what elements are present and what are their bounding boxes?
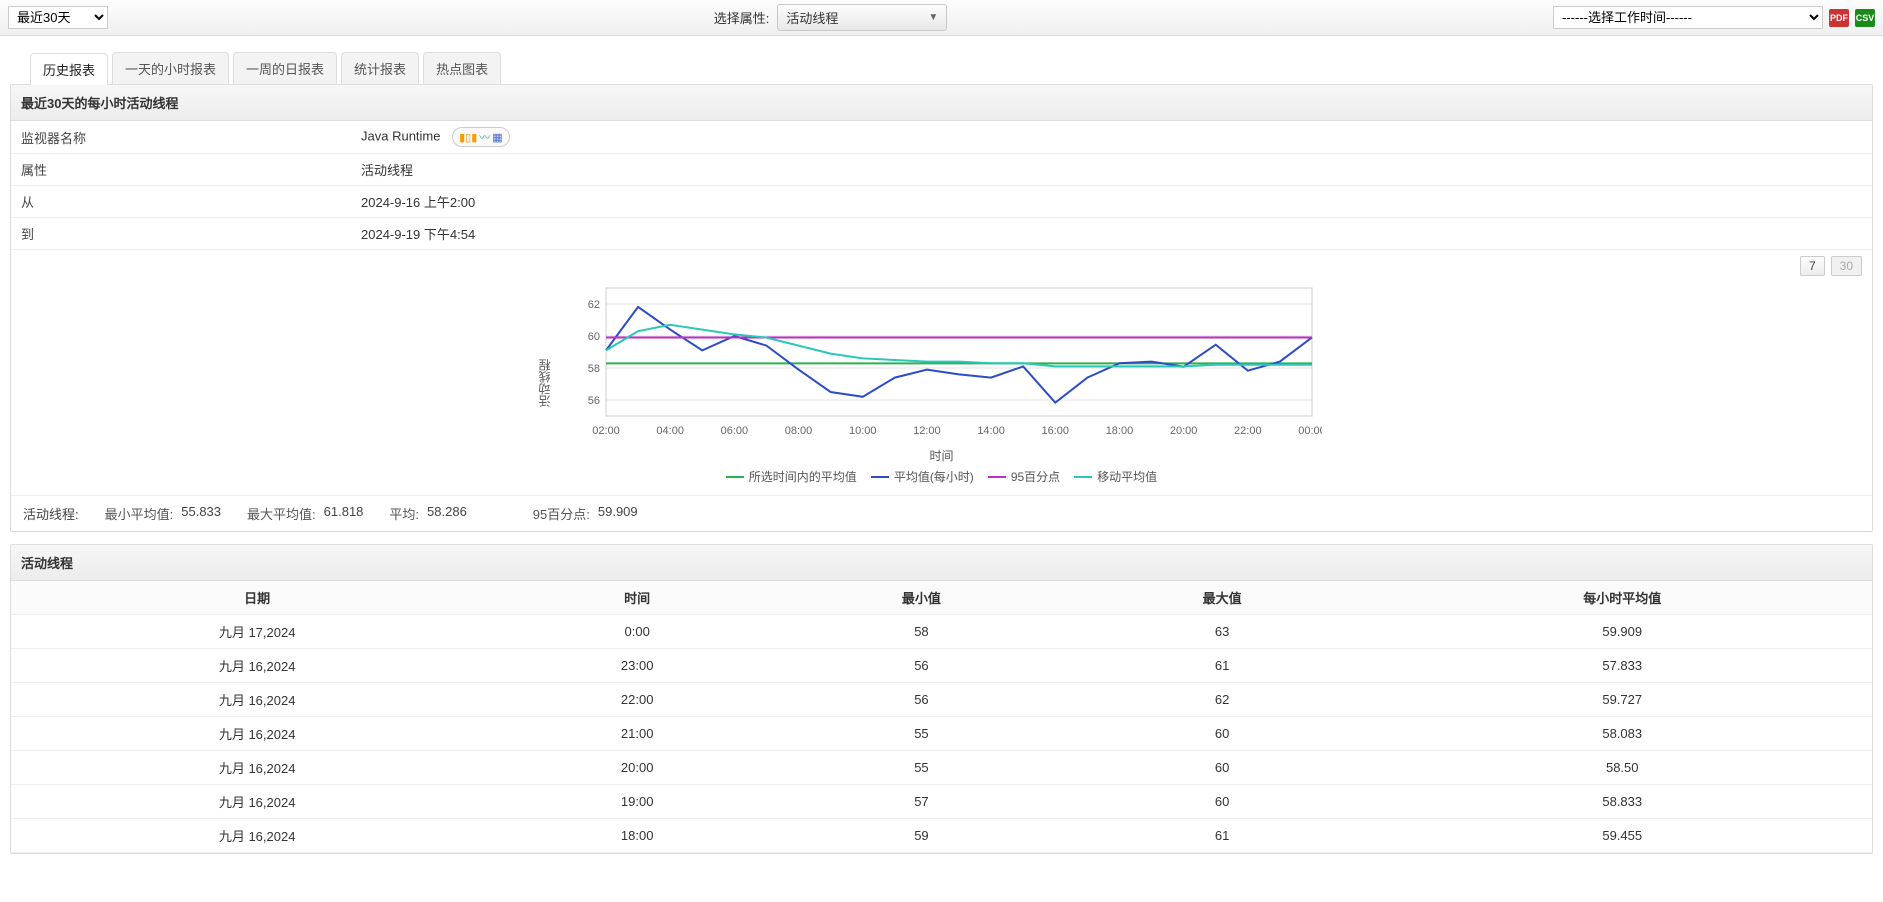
table-row: 九月 16,202419:00576058.833 [11,785,1872,819]
from-label: 从 [11,186,351,218]
monitor-name-text: Java Runtime [361,129,440,144]
stats-avg: 平均:58.286 [389,504,466,523]
stats-p95: 95百分点:59.909 [533,504,638,523]
table-row: 九月 16,202423:00566157.833 [11,649,1872,683]
table-header: 时间 [503,581,771,615]
svg-text:58: 58 [587,363,599,375]
svg-text:10:00: 10:00 [848,425,876,437]
attr-row-value: 活动线程 [351,154,1872,186]
worktime-select[interactable]: ------选择工作时间------ [1553,6,1823,29]
chart-legend: 所选时间内的平均值平均值(每小时) 95百分点移动平均值 [562,468,1322,485]
stats-max: 最大平均值:61.818 [247,504,363,523]
legend-item[interactable]: 95百分点 [988,468,1060,485]
svg-text:18:00: 18:00 [1105,425,1133,437]
svg-text:62: 62 [587,299,599,311]
svg-text:00:00: 00:00 [1298,425,1322,437]
stats-min: 最小平均值:55.833 [105,504,221,523]
export-csv-icon[interactable]: CSV [1855,9,1875,27]
attr-label: 选择属性: [714,8,770,27]
top-right: ------选择工作时间------ PDF CSV [1553,6,1875,29]
report-panel: 最近30天的每小时活动线程 监视器名称 Java Runtime ▮▯▮ 〰 ▦… [10,84,1873,532]
to-label: 到 [11,218,351,250]
svg-text:56: 56 [587,395,599,407]
data-panel: 活动线程 日期时间最小值最大值每小时平均值 九月 17,20240:005863… [10,544,1873,854]
line-chart-icon: 〰 [479,129,490,145]
legend-item[interactable]: 所选时间内的平均值 [726,468,857,485]
top-left: 最近30天 [8,6,108,29]
monitor-mini-icons[interactable]: ▮▯▮ 〰 ▦ [452,127,510,147]
table-row: 九月 16,202418:00596159.455 [11,819,1872,853]
bar-chart-icon: ▮▯▮ [459,131,477,144]
legend-swatch [988,476,1006,478]
table-row: 九月 16,202421:00556058.083 [11,717,1872,751]
from-value: 2024-9-16 上午2:00 [351,186,1872,218]
period-select[interactable]: 最近30天 [8,6,108,29]
attr-dropdown-value: 活动线程 [786,8,838,27]
range-buttons: 7 30 [11,250,1872,276]
svg-text:22:00: 22:00 [1234,425,1262,437]
monitor-name-value: Java Runtime ▮▯▮ 〰 ▦ [351,121,1872,154]
svg-text:16:00: 16:00 [1041,425,1069,437]
svg-text:12:00: 12:00 [913,425,941,437]
tab-history[interactable]: 历史报表 [30,53,108,85]
svg-text:20:00: 20:00 [1169,425,1197,437]
svg-text:06:00: 06:00 [720,425,748,437]
legend-swatch [871,476,889,478]
table-row: 九月 16,202422:00566259.727 [11,683,1872,717]
svg-text:08:00: 08:00 [784,425,812,437]
range-30-button[interactable]: 30 [1831,256,1862,276]
tab-week[interactable]: 一周的日报表 [233,52,337,84]
chart-xlabel: 时间 [562,447,1322,464]
table-header: 日期 [11,581,503,615]
table-header: 最小值 [771,581,1072,615]
export-pdf-icon[interactable]: PDF [1829,9,1849,27]
stats-metric: 活动线程: [23,504,79,523]
tab-day[interactable]: 一天的小时报表 [112,52,229,84]
chart-wrap: 活动线程 56 58 60 62 02:00 04:00 06:00 08:00 10:00 12… [11,276,1872,495]
table-row: 九月 17,20240:00586359.909 [11,615,1872,649]
grid-icon: ▦ [492,131,502,144]
monitor-name-label: 监视器名称 [11,121,351,154]
table-row: 九月 16,202420:00556058.50 [11,751,1872,785]
top-center: 选择属性: 活动线程 ▼ [714,4,948,31]
top-toolbar: 最近30天 选择属性: 活动线程 ▼ ------选择工作时间------ PD… [0,0,1883,36]
table-header: 最大值 [1072,581,1373,615]
table-header: 每小时平均值 [1373,581,1873,615]
chevron-down-icon: ▼ [928,12,938,23]
legend-item[interactable]: 移动平均值 [1074,468,1157,485]
svg-text:04:00: 04:00 [656,425,684,437]
chart-svg: 56 58 60 62 02:00 04:00 06:00 08:00 10:00 12:00 14… [562,280,1322,440]
chart-inner: 活动线程 5658606202:0004:0006:0008:0010:0012… [562,280,1322,485]
tabs: 历史报表一天的小时报表一周的日报表统计报表热点图表 [30,52,1873,84]
legend-swatch [726,476,744,478]
data-table: 日期时间最小值最大值每小时平均值 九月 17,20240:00586359.90… [11,581,1872,853]
legend-item[interactable]: 平均值(每小时) [871,468,974,485]
svg-text:02:00: 02:00 [592,425,620,437]
range-7-button[interactable]: 7 [1800,256,1825,276]
attr-row-label: 属性 [11,154,351,186]
legend-swatch [1074,476,1092,478]
stats-row: 活动线程: 最小平均值:55.833 最大平均值:61.818 平均:58.28… [11,495,1872,531]
tab-heat[interactable]: 热点图表 [423,52,501,84]
svg-text:60: 60 [587,331,599,343]
chart-ylabel: 活动线程 [536,359,553,407]
attr-dropdown[interactable]: 活动线程 ▼ [777,4,947,31]
tab-stats[interactable]: 统计报表 [341,52,419,84]
data-panel-title: 活动线程 [11,545,1872,581]
to-value: 2024-9-19 下午4:54 [351,218,1872,250]
svg-text:14:00: 14:00 [977,425,1005,437]
tabs-row: 历史报表一天的小时报表一周的日报表统计报表热点图表 [0,36,1883,84]
report-panel-title: 最近30天的每小时活动线程 [11,85,1872,121]
info-table: 监视器名称 Java Runtime ▮▯▮ 〰 ▦ 属性 活动线程 从 202… [11,121,1872,250]
